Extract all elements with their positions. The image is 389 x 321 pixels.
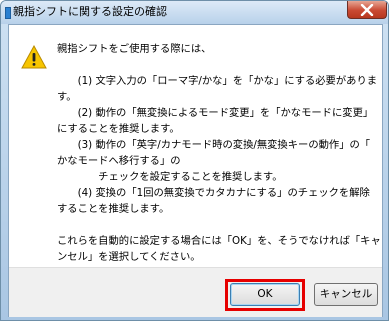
- message-line: す。: [57, 91, 77, 103]
- message-line: [57, 57, 375, 73]
- dialog-content: 親指シフトをご使用する際には、 (1) 文字入力の「ローマ字/かな」を「かな」に…: [8, 24, 383, 317]
- message-line: (2) 動作の「無変換によるモード変更」を「かなモードに変更」: [57, 107, 374, 119]
- message-line: (3) 動作の「英字/カナモード時の変換/無変換キーの動作」の「: [57, 139, 371, 151]
- message-line: することを推奨します。: [57, 203, 170, 215]
- message-line: [57, 217, 375, 233]
- message-line: かなモードへ移行する」の: [57, 155, 181, 167]
- ok-button[interactable]: OK: [230, 283, 300, 306]
- close-button[interactable]: [347, 1, 387, 19]
- message-line: チェックを設定することを推奨します。: [57, 171, 283, 183]
- window-title: 親指シフトに関する設定の確認: [13, 5, 167, 18]
- message-line: 親指シフトをご使用する際には、: [57, 43, 212, 55]
- message-line: にすることを推奨します。: [57, 123, 180, 135]
- close-icon: [360, 3, 374, 16]
- title-bar[interactable]: 親指シフトに関する設定の確認: [1, 1, 388, 24]
- cancel-button[interactable]: キャンセル: [314, 283, 378, 306]
- app-icon: [5, 7, 11, 19]
- message-line: (4) 変換の「1回の無変換でカタカナにする」のチェックを解除: [57, 187, 370, 199]
- warning-icon: [21, 45, 47, 69]
- message-line: ンセル」を選択してください。: [57, 251, 201, 263]
- dialog-window: 親指シフトに関する設定の確認 親指シフトをご使用する際には、 (1) 文字入力の…: [0, 0, 389, 321]
- dialog-message: 親指シフトをご使用する際には、 (1) 文字入力の「ローマ字/かな」を「かな」に…: [57, 41, 381, 265]
- message-line: これらを自動的に設定する場合には「OK」を、そうでなければ「キャ: [57, 235, 381, 247]
- button-bar: OK キャンセル: [9, 267, 382, 317]
- message-line: (1) 文字入力の「ローマ字/かな」を「かな」にする必要がありま: [57, 75, 378, 87]
